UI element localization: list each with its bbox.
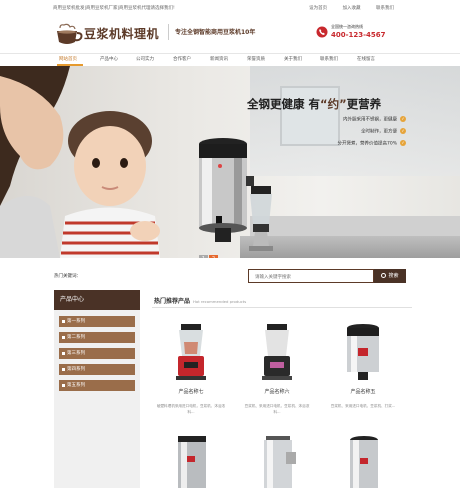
product-card[interactable]: 产品名称七 破壁料理机采用进口电机，豆浆机、沐浴浓料... — [156, 322, 226, 442]
pager-dot-2[interactable]: 2 — [209, 255, 218, 258]
phone-icon — [316, 26, 328, 38]
kitchen-window — [280, 86, 340, 146]
section-divider — [152, 307, 412, 308]
product-name[interactable]: 产品名称七 — [156, 388, 226, 395]
section-title-cn: 热门推荐产品 — [154, 298, 191, 305]
set-homepage-link[interactable]: 设为首页 — [309, 6, 327, 11]
sidebar-item-series-2[interactable]: 第二系列 — [59, 332, 135, 343]
search-button[interactable]: 搜索 — [374, 269, 406, 283]
product-description: 豆浆机、采用进口电机，豆浆机、沐浴浓料... — [244, 404, 310, 414]
site-description: 商用豆浆机批发|商用豆浆机厂家|商用豆浆机代理请选择我们! — [53, 6, 175, 11]
feature-text: 全时制作，更方便 — [361, 129, 397, 135]
banner-feature-3: 分开煲煮，营养价值提高70% ✓ — [337, 140, 406, 147]
sidebar-item-series-4[interactable]: 第四系列 — [59, 364, 135, 375]
banner-feature-2: 全时制作，更方便 ✓ — [361, 128, 406, 135]
sidebar-title: 产品中心 — [54, 290, 140, 310]
nav-item-news[interactable]: 新闻资讯 — [210, 56, 228, 62]
product-card[interactable]: 产品名称五 豆浆机、采用进口电机，豆浆机、打浆... — [328, 322, 398, 442]
product-image[interactable] — [344, 436, 384, 488]
top-bar: 商用豆浆机批发|商用豆浆机厂家|商用豆浆机代理请选择我们! 设为首页 加入收藏 … — [0, 0, 460, 18]
sidebar-item-series-1[interactable]: 第一系列 — [59, 316, 135, 327]
search-icon — [381, 273, 387, 278]
headline-part1: 全钢更健康 有 — [247, 97, 321, 111]
section-title: 热门推荐产品 Hot recommended products — [154, 296, 246, 305]
logo-text[interactable]: 豆浆机料理机 — [84, 25, 159, 42]
product-description: 豆浆机、采用进口电机，豆浆机、打浆... — [330, 404, 396, 408]
search-button-label: 搜索 — [388, 273, 399, 279]
nav-item-contact[interactable]: 联系我们 — [320, 56, 338, 62]
product-description: 破壁料理机采用进口电机，豆浆机、沐浴浓料... — [156, 404, 226, 414]
check-icon: ✓ — [400, 128, 406, 134]
hotline-label: 全国统一咨询热线 — [331, 24, 363, 29]
product-image[interactable] — [258, 436, 298, 488]
product-image[interactable] — [252, 322, 302, 382]
feature-text: 分开煲煮，营养价值提高70% — [337, 141, 397, 147]
add-favorite-link[interactable]: 加入收藏 — [343, 6, 361, 11]
check-icon: ✓ — [400, 140, 406, 146]
top-links: 设为首页 加入收藏 联系我们 — [295, 5, 394, 11]
headline-highlight: “约” — [320, 97, 347, 111]
product-image[interactable] — [338, 322, 388, 382]
blender-image — [249, 186, 273, 251]
slogan-box: 专注全钢智能商用豆浆机10年 — [168, 24, 278, 40]
search-input[interactable] — [248, 269, 374, 283]
child-image — [60, 111, 160, 258]
nav-item-honors[interactable]: 荣誉资质 — [247, 56, 265, 62]
product-name[interactable]: 产品名称五 — [328, 388, 398, 395]
section-title-en: Hot recommended products — [193, 299, 247, 304]
product-card[interactable]: 产品名称六 豆浆机、采用进口电机，豆浆机、沐浴浓料... — [242, 322, 312, 442]
product-image[interactable] — [172, 436, 212, 488]
coffee-cup-logo-icon[interactable] — [54, 22, 84, 46]
hot-keywords-label: 热门关键词： — [54, 274, 81, 279]
nav-item-about[interactable]: 关于我们 — [284, 56, 302, 62]
kitchen-counter-back — [250, 216, 460, 236]
nav-item-clients[interactable]: 合作客户 — [173, 56, 191, 62]
banner-feature-1: 内外胆采用不锈钢，更健康 ✓ — [343, 116, 406, 123]
product-sidebar: 产品中心 第一系列 第二系列 第三系列 第四系列 第五系列 — [54, 290, 140, 488]
feature-text: 内外胆采用不锈钢，更健康 — [343, 117, 397, 123]
nav-item-products[interactable]: 产品中心 — [100, 56, 118, 62]
sidebar-item-series-5[interactable]: 第五系列 — [59, 380, 135, 391]
sidebar-item-series-3[interactable]: 第三系列 — [59, 348, 135, 359]
site-header: 豆浆机料理机 专注全钢智能商用豆浆机10年 全国统一咨询热线 400-123-4… — [0, 18, 460, 58]
main-nav: 网站首页 产品中心 公司实力 合作客户 新闻资讯 荣誉资质 关于我们 联系我们 … — [0, 53, 460, 66]
hot-products-section: 热门推荐产品 Hot recommended products 产品名称七 破壁料… — [152, 290, 412, 488]
product-name[interactable]: 产品名称六 — [242, 388, 312, 395]
hero-banner[interactable]: 全钢更健康 有“约”更营养 内外胆采用不锈钢，更健康 ✓ 全时制作，更方便 ✓ 分开… — [0, 66, 460, 258]
headline-part2: 更营养 — [346, 97, 382, 111]
contact-us-link[interactable]: 联系我们 — [376, 6, 394, 11]
slogan: 专注全钢智能商用豆浆机10年 — [175, 29, 256, 36]
banner-pager: 12 — [199, 245, 219, 258]
search-row: 热门关键词： 搜索 — [0, 262, 460, 290]
pager-dot-1[interactable]: 1 — [199, 255, 208, 258]
hotline-number: 400-123-4567 — [331, 31, 386, 39]
check-icon: ✓ — [400, 116, 406, 122]
nav-item-strength[interactable]: 公司实力 — [136, 56, 154, 62]
nav-item-message[interactable]: 在线留言 — [357, 56, 375, 62]
product-image[interactable] — [166, 322, 216, 382]
banner-headline: 全钢更健康 有“约”更营养 — [247, 96, 381, 112]
nav-item-home[interactable]: 网站首页 — [59, 56, 77, 62]
